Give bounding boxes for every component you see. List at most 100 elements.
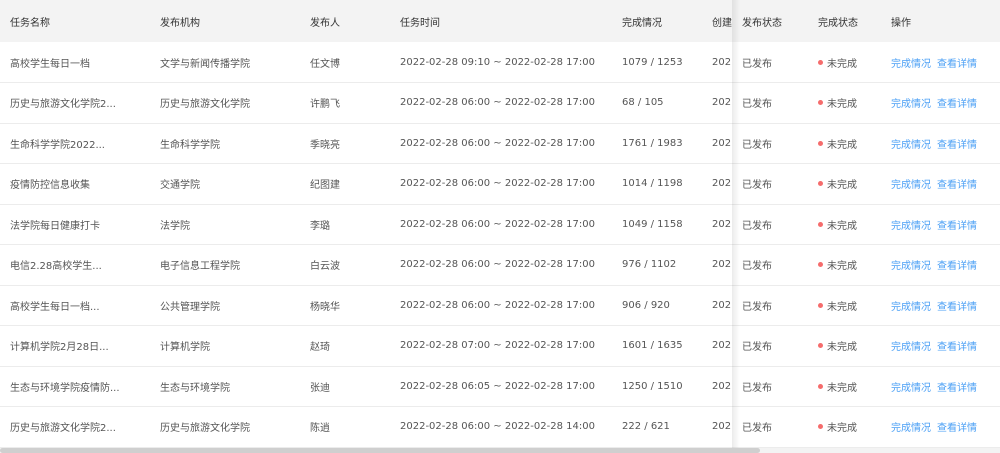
view-details-link[interactable]: 查看详情 <box>937 136 977 151</box>
status-dot-icon <box>818 221 823 227</box>
header-created: 创建 <box>712 17 732 29</box>
completion-link[interactable]: 完成情况 <box>891 419 931 434</box>
org-name: 公共管理学院 <box>160 301 220 313</box>
publish-status: 已发布 <box>742 301 772 313</box>
table-row: 历史与旅游文化学院2... 历史与旅游文化学院 许鹏飞 2022-02-28 0… <box>0 83 1000 124</box>
completion-count: 68 / 105 <box>622 97 664 108</box>
task-name: 历史与旅游文化学院2... <box>10 423 116 434</box>
completion-count: 906 / 920 <box>622 299 670 311</box>
task-name: 高校学生每日一档... <box>10 301 100 313</box>
view-details-link[interactable]: 查看详情 <box>937 338 977 353</box>
task-table: 任务名称 发布机构 发布人 任务时间 完成情况 创建 发布状态 完成状态 操作 … <box>0 0 1000 453</box>
created-truncated: 202 <box>712 340 732 351</box>
created-truncated: 202 <box>712 299 732 311</box>
task-time: 2022-02-28 06:00 ~ 2022-02-28 17:00 <box>400 299 595 311</box>
view-details-link[interactable]: 查看详情 <box>937 379 977 394</box>
publisher-name: 白云波 <box>310 261 340 272</box>
row-actions: 完成情况 查看详情 <box>891 257 996 272</box>
table-row: 高校学生每日一档 文学与新闻传播学院 任文博 2022-02-28 09:10 … <box>0 42 1000 83</box>
task-time: 2022-02-28 09:10 ~ 2022-02-28 17:00 <box>400 56 595 68</box>
completion-count: 1601 / 1635 <box>622 340 683 351</box>
view-details-link[interactable]: 查看详情 <box>937 298 977 313</box>
header-publisher: 发布人 <box>310 17 340 29</box>
finish-status: 未完成 <box>818 298 878 313</box>
org-name: 法学院 <box>160 220 190 232</box>
finish-status-label: 未完成 <box>827 139 857 151</box>
completion-link[interactable]: 完成情况 <box>891 257 931 272</box>
publisher-name: 赵琦 <box>310 342 330 353</box>
completion-link[interactable]: 完成情况 <box>891 298 931 313</box>
task-time: 2022-02-28 06:00 ~ 2022-02-28 17:00 <box>400 259 595 270</box>
table-header: 任务名称 发布机构 发布人 任务时间 完成情况 创建 发布状态 完成状态 操作 <box>0 0 1000 42</box>
view-details-link[interactable]: 查看详情 <box>937 176 977 191</box>
publish-status: 已发布 <box>742 139 772 151</box>
table-row: 高校学生每日一档... 公共管理学院 杨晓华 2022-02-28 06:00 … <box>0 285 1000 326</box>
row-actions: 完成情况 查看详情 <box>891 136 996 151</box>
created-truncated: 202 <box>712 421 732 432</box>
publisher-name: 张迪 <box>310 382 330 394</box>
completion-count: 976 / 1102 <box>622 259 677 270</box>
completion-count: 1014 / 1198 <box>622 178 683 189</box>
header-finish-status: 完成状态 <box>818 17 858 29</box>
header-org: 发布机构 <box>160 17 200 29</box>
row-actions: 完成情况 查看详情 <box>891 338 996 353</box>
table-row: 历史与旅游文化学院2... 历史与旅游文化学院 陈逍 2022-02-28 06… <box>0 407 1000 448</box>
header-actions: 操作 <box>891 17 911 29</box>
view-details-link[interactable]: 查看详情 <box>937 257 977 272</box>
completion-count: 1761 / 1983 <box>622 137 683 149</box>
header-task-name: 任务名称 <box>10 17 50 29</box>
created-truncated: 202 <box>712 380 732 392</box>
status-dot-icon <box>818 302 823 308</box>
org-name: 生态与环境学院 <box>160 382 230 394</box>
publisher-name: 任文博 <box>310 58 340 70</box>
publisher-name: 纪图建 <box>310 180 340 191</box>
status-dot-icon <box>818 383 823 389</box>
completion-link[interactable]: 完成情况 <box>891 136 931 151</box>
view-details-link[interactable]: 查看详情 <box>937 95 977 110</box>
completion-link[interactable]: 完成情况 <box>891 338 931 353</box>
view-details-link[interactable]: 查看详情 <box>937 419 977 434</box>
task-time: 2022-02-28 06:00 ~ 2022-02-28 17:00 <box>400 218 595 230</box>
table-row: 生态与环境学院疫情防... 生态与环境学院 张迪 2022-02-28 06:0… <box>0 366 1000 407</box>
publish-status: 已发布 <box>742 220 772 232</box>
finish-status: 未完成 <box>818 217 878 232</box>
completion-link[interactable]: 完成情况 <box>891 176 931 191</box>
completion-link[interactable]: 完成情况 <box>891 55 931 70</box>
publish-status: 已发布 <box>742 58 772 70</box>
finish-status: 未完成 <box>818 379 878 394</box>
task-name: 疫情防控信息收集 <box>10 180 90 191</box>
task-name: 法学院每日健康打卡 <box>10 220 100 232</box>
status-dot-icon <box>818 100 823 105</box>
completion-count: 1079 / 1253 <box>622 56 683 68</box>
finish-status-label: 未完成 <box>827 261 857 272</box>
publisher-name: 季晓亮 <box>310 139 340 151</box>
scrollbar-thumb[interactable] <box>0 448 760 453</box>
completion-link[interactable]: 完成情况 <box>891 95 931 110</box>
completion-link[interactable]: 完成情况 <box>891 217 931 232</box>
table-row: 电信2.28高校学生... 电子信息工程学院 白云波 2022-02-28 06… <box>0 245 1000 286</box>
publish-status: 已发布 <box>742 99 772 110</box>
org-name: 文学与新闻传播学院 <box>160 58 250 70</box>
view-details-link[interactable]: 查看详情 <box>937 55 977 70</box>
task-time: 2022-02-28 07:00 ~ 2022-02-28 17:00 <box>400 340 595 351</box>
completion-count: 1250 / 1510 <box>622 380 683 392</box>
finish-status-label: 未完成 <box>827 382 857 394</box>
table-row: 计算机学院2月28日... 计算机学院 赵琦 2022-02-28 07:00 … <box>0 326 1000 367</box>
horizontal-scrollbar[interactable] <box>0 448 1000 453</box>
finish-status: 未完成 <box>818 338 878 353</box>
org-name: 历史与旅游文化学院 <box>160 423 250 434</box>
status-dot-icon <box>818 181 823 186</box>
finish-status: 未完成 <box>818 176 878 191</box>
finish-status-label: 未完成 <box>827 220 857 232</box>
task-name: 计算机学院2月28日... <box>10 342 109 353</box>
task-time: 2022-02-28 06:00 ~ 2022-02-28 17:00 <box>400 137 595 149</box>
view-details-link[interactable]: 查看详情 <box>937 217 977 232</box>
finish-status-label: 未完成 <box>827 423 857 434</box>
task-name: 电信2.28高校学生... <box>10 261 102 272</box>
task-name: 生态与环境学院疫情防... <box>10 382 120 394</box>
publisher-name: 许鹏飞 <box>310 99 340 110</box>
completion-link[interactable]: 完成情况 <box>891 379 931 394</box>
status-dot-icon <box>818 59 823 65</box>
task-name: 高校学生每日一档 <box>10 58 90 70</box>
publish-status: 已发布 <box>742 382 772 394</box>
